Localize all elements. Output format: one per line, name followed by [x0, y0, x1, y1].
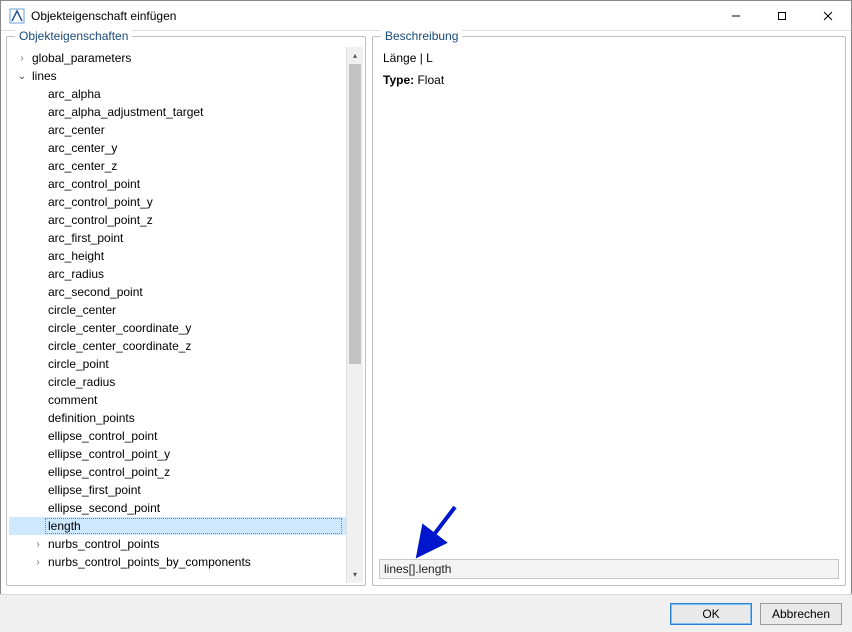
chevron-down-icon[interactable]: ⌄	[15, 71, 29, 82]
description-body: Länge | L Type: Float	[373, 37, 845, 559]
tree-item-label: arc_control_point	[45, 177, 143, 191]
tree-item-label: circle_center	[45, 303, 119, 317]
tree-item-label: arc_alpha_adjustment_target	[45, 105, 206, 119]
ok-button[interactable]: OK	[670, 603, 752, 625]
tree-leaf-circle_center_coordinate_y[interactable]: circle_center_coordinate_y	[9, 319, 346, 337]
tree-item-label: lines	[29, 69, 60, 83]
tree-item-label: global_parameters	[29, 51, 134, 65]
tree-leaf-arc_radius[interactable]: arc_radius	[9, 265, 346, 283]
tree-item-label: circle_center_coordinate_y	[45, 321, 194, 335]
dialog-footer: OK Abbrechen	[0, 594, 852, 632]
description-text: Länge | L	[383, 51, 835, 65]
tree-item-label: arc_radius	[45, 267, 107, 281]
tree-item-label: length	[45, 518, 342, 534]
tree-item-label: circle_center_coordinate_z	[45, 339, 194, 353]
tree-leaf-arc_center_y[interactable]: arc_center_y	[9, 139, 346, 157]
tree-wrap: ›global_parameters⌄linesarc_alphaarc_alp…	[9, 47, 363, 583]
tree-leaf-arc_alpha[interactable]: arc_alpha	[9, 85, 346, 103]
scroll-up-button[interactable]: ▴	[347, 47, 363, 64]
cancel-button[interactable]: Abbrechen	[760, 603, 842, 625]
tree-leaf-circle_radius[interactable]: circle_radius	[9, 373, 346, 391]
tree-leaf-ellipse_control_point_y[interactable]: ellipse_control_point_y	[9, 445, 346, 463]
tree-leaf-arc_center_z[interactable]: arc_center_z	[9, 157, 346, 175]
tree-item-label: comment	[45, 393, 100, 407]
tree-leaf-arc_control_point_y[interactable]: arc_control_point_y	[9, 193, 346, 211]
window-title: Objekteigenschaft einfügen	[31, 9, 713, 23]
scroll-thumb[interactable]	[349, 64, 361, 364]
tree-leaf-ellipse_control_point[interactable]: ellipse_control_point	[9, 427, 346, 445]
tree-node-nurbs_control_points[interactable]: ›nurbs_control_points	[9, 535, 346, 553]
properties-panel: Objekteigenschaften ›global_parameters⌄l…	[6, 36, 366, 586]
tree-leaf-definition_points[interactable]: definition_points	[9, 409, 346, 427]
tree-leaf-ellipse_second_point[interactable]: ellipse_second_point	[9, 499, 346, 517]
tree-item-label: ellipse_first_point	[45, 483, 144, 497]
maximize-button[interactable]	[759, 1, 805, 31]
tree-item-label: nurbs_control_points	[45, 537, 162, 551]
tree-leaf-arc_first_point[interactable]: arc_first_point	[9, 229, 346, 247]
path-input[interactable]	[379, 559, 839, 579]
chevron-right-icon[interactable]: ›	[31, 539, 45, 550]
tree-item-label: arc_alpha	[45, 87, 104, 101]
tree-item-label: arc_center_z	[45, 159, 120, 173]
tree-node-lines[interactable]: ⌄lines	[9, 67, 346, 85]
description-type: Type: Float	[383, 73, 835, 87]
tree-item-label: arc_height	[45, 249, 107, 263]
content-area: Objekteigenschaften ›global_parameters⌄l…	[0, 30, 852, 592]
tree-leaf-arc_height[interactable]: arc_height	[9, 247, 346, 265]
tree-scrollbar[interactable]: ▴ ▾	[346, 47, 363, 583]
type-value: Float	[417, 73, 444, 87]
close-button[interactable]	[805, 1, 851, 31]
tree-item-label: ellipse_control_point_z	[45, 465, 173, 479]
tree-item-label: ellipse_control_point_y	[45, 447, 173, 461]
tree-item-label: arc_center_y	[45, 141, 120, 155]
tree-leaf-arc_alpha_adjustment_target[interactable]: arc_alpha_adjustment_target	[9, 103, 346, 121]
tree-node-nurbs_control_points_by_components[interactable]: ›nurbs_control_points_by_components	[9, 553, 346, 571]
tree-leaf-circle_point[interactable]: circle_point	[9, 355, 346, 373]
minimize-button[interactable]	[713, 1, 759, 31]
tree-item-label: arc_center	[45, 123, 108, 137]
tree-leaf-circle_center_coordinate_z[interactable]: circle_center_coordinate_z	[9, 337, 346, 355]
tree-leaf-ellipse_control_point_z[interactable]: ellipse_control_point_z	[9, 463, 346, 481]
tree-item-label: ellipse_control_point	[45, 429, 160, 443]
path-field-container	[379, 559, 839, 579]
tree-leaf-circle_center[interactable]: circle_center	[9, 301, 346, 319]
tree-leaf-comment[interactable]: comment	[9, 391, 346, 409]
tree-item-label: arc_control_point_y	[45, 195, 156, 209]
type-label: Type:	[383, 73, 414, 87]
tree-leaf-length[interactable]: length	[9, 517, 346, 535]
window-buttons	[713, 1, 851, 31]
description-panel-title: Beschreibung	[381, 29, 462, 43]
tree-leaf-arc_center[interactable]: arc_center	[9, 121, 346, 139]
tree-item-label: nurbs_control_points_by_components	[45, 555, 254, 569]
chevron-right-icon[interactable]: ›	[31, 557, 45, 568]
description-panel: Beschreibung Länge | L Type: Float	[372, 36, 846, 586]
titlebar: Objekteigenschaft einfügen	[1, 1, 851, 31]
tree-leaf-arc_control_point[interactable]: arc_control_point	[9, 175, 346, 193]
scroll-down-button[interactable]: ▾	[347, 566, 363, 583]
chevron-right-icon[interactable]: ›	[15, 53, 29, 64]
tree-item-label: arc_second_point	[45, 285, 146, 299]
tree-leaf-arc_second_point[interactable]: arc_second_point	[9, 283, 346, 301]
properties-panel-title: Objekteigenschaften	[15, 29, 132, 43]
tree-leaf-ellipse_first_point[interactable]: ellipse_first_point	[9, 481, 346, 499]
tree-item-label: ellipse_second_point	[45, 501, 163, 515]
tree-item-label: arc_first_point	[45, 231, 126, 245]
tree-node-global_parameters[interactable]: ›global_parameters	[9, 49, 346, 67]
tree-leaf-arc_control_point_z[interactable]: arc_control_point_z	[9, 211, 346, 229]
tree-item-label: circle_point	[45, 357, 112, 371]
app-icon	[9, 8, 25, 24]
property-tree[interactable]: ›global_parameters⌄linesarc_alphaarc_alp…	[9, 47, 346, 583]
tree-item-label: definition_points	[45, 411, 138, 425]
tree-item-label: arc_control_point_z	[45, 213, 156, 227]
tree-item-label: circle_radius	[45, 375, 118, 389]
